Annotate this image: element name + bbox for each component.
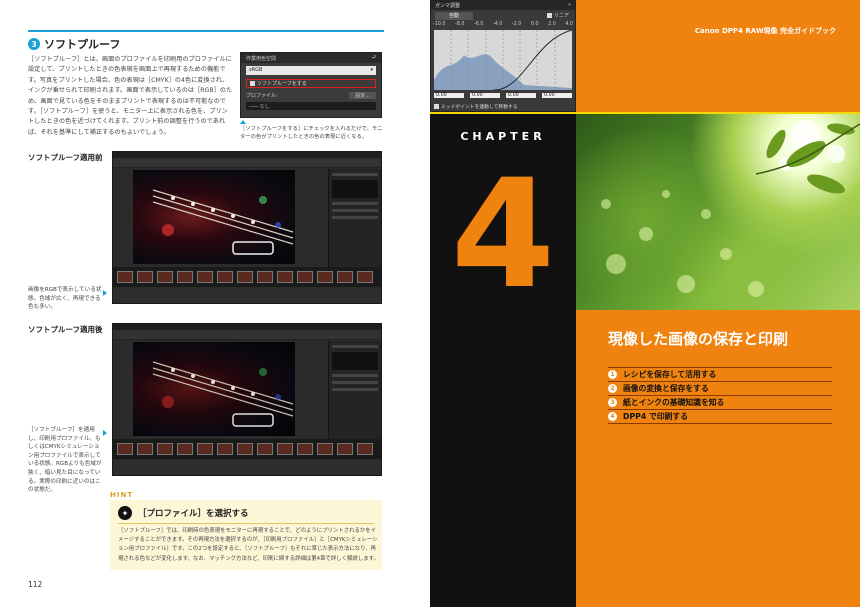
histogram-svg [434, 29, 573, 91]
midpoint-checkbox[interactable]: ミッドポイントを連動して移動する [434, 103, 518, 110]
table-of-contents: 1 レシピを保存して活用する 2 画像の変換と保存をする 3 紙とインクの基礎知識を知… [608, 368, 832, 424]
soft-proof-dialog: 作業用色空間 ⮐ sRGB ▾ ソフトプルーフをする プロファイル: 設定... ──… [240, 52, 382, 118]
checkbox-label: ソフトプルーフをする [257, 81, 307, 87]
lightbulb-icon: ✦ [118, 506, 132, 520]
color-space-select[interactable]: sRGB ▾ [246, 66, 376, 75]
screenshot-before [112, 151, 382, 304]
thumbnail-strip [113, 439, 381, 459]
bokeh-svg [601, 120, 860, 297]
checkbox-box[interactable] [546, 13, 552, 18]
value-field[interactable]: 0.00 [542, 93, 572, 98]
value-field[interactable]: 0.00 [506, 93, 536, 98]
book-title: Canon DPP4 RAW現像 完全ガイドブック [694, 27, 836, 35]
checkbox-box[interactable] [250, 81, 255, 86]
photo-preview [133, 342, 295, 436]
scale-ticks: -10.0 -8.0 -6.0 -4.0 -2.0 0.0 2.0 4.0 [433, 22, 573, 27]
section-heading: 3 ソフトプルーフ [28, 36, 120, 52]
profile-value: ─── なし [246, 102, 376, 110]
guitar-photo [152, 361, 294, 427]
status-bar [113, 460, 381, 475]
soft-proof-checkbox[interactable]: ソフトプルーフをする [246, 79, 376, 88]
profile-label: プロファイル: [246, 93, 278, 99]
tool-palette [328, 341, 381, 454]
toolbar [113, 330, 381, 340]
hint-box: ✦ ［プロファイル］を選択する ［ソフトプルーフ］では、印刷時の色表現をモニター… [110, 500, 382, 570]
value-field[interactable]: 0.00 [470, 93, 500, 98]
chevron-down-icon: ▾ [370, 67, 373, 73]
double-chevron-icon[interactable]: » [568, 2, 571, 9]
back-arrow-icon[interactable]: ⮐ [371, 55, 376, 61]
caption-marker [240, 120, 246, 124]
chapter-title: 現像した画像の保存と印刷 [608, 330, 789, 348]
gamma-adjust-panel: ガンマ調整 » 自動 リニア -10.0 -8.0 -6.0 -4.0 -2.0 0.0 2.… [430, 0, 576, 112]
toc-item[interactable]: 3 紙とインクの基礎知識を知る [608, 396, 832, 410]
toc-item[interactable]: 2 画像の変換と保存をする [608, 382, 832, 396]
dialog-title: 作業用色空間 [246, 56, 277, 62]
status-bar [113, 288, 381, 303]
hint-body: ［ソフトプルーフ］では、印刷時の色表現をモニターに再現することで、どのようにプリ… [118, 528, 379, 562]
section-number: 3 [28, 38, 40, 50]
hint-divider [118, 523, 374, 524]
chapter-label: CHAPTER [460, 130, 546, 143]
checkbox-box[interactable] [434, 104, 439, 109]
after-heading: ソフトプルーフ適用後 [28, 325, 103, 334]
before-heading: ソフトプルーフ適用前 [28, 153, 103, 162]
toc-item[interactable]: 1 レシピを保存して活用する [608, 368, 832, 382]
tool-palette [328, 169, 381, 282]
after-caption: ［ソフトプルーフ］を適用し、印刷用プロファイル、もしくはCMYKシミュレーション… [28, 427, 102, 494]
yellow-divider [430, 112, 860, 114]
photo-preview [133, 170, 295, 264]
auto-button[interactable]: 自動 [435, 12, 473, 20]
before-caption: 画像をRGBで表示している状態。色域が広く、再現できる色も多い。 [28, 287, 102, 311]
thumbnail-strip [113, 267, 381, 287]
page-number: 112 [28, 580, 43, 589]
section-rule [28, 30, 384, 32]
select-value: sRGB [249, 67, 263, 73]
profile-row: プロファイル: 設定... [246, 92, 376, 99]
linear-checkbox[interactable]: リニア [546, 12, 569, 19]
toc-item[interactable]: 4 DPP4 で印刷する [608, 410, 832, 424]
settings-button[interactable]: 設定... [349, 92, 376, 99]
toolbar [113, 158, 381, 168]
hint-title-text: ［プロファイル］を選択する [138, 509, 249, 519]
hint-title: ✦ ［プロファイル］を選択する [118, 506, 249, 520]
hint-tag: HINT [110, 491, 134, 499]
bokeh-leaf-photo [576, 114, 860, 310]
panel-title: ガンマ調整 [435, 3, 461, 9]
section-title: ソフトプルーフ [44, 38, 121, 51]
guitar-photo [152, 189, 294, 255]
body-text: ［ソフトプルーフ］とは、画面のプロファイルを印刷用のプロファイルに設定して、プリ… [28, 56, 233, 136]
value-fields: 0.00 0.00 0.00 0.00 [434, 93, 572, 98]
dialog-caption: ［ソフトプルーフをする］にチェックを入れるだけで、モニターの色がプリントしたとき… [240, 126, 383, 140]
value-field[interactable]: 0.00 [434, 93, 464, 98]
screenshot-after [112, 323, 382, 476]
histogram-graph[interactable] [434, 29, 573, 91]
chapter-number: 4 [450, 148, 556, 322]
